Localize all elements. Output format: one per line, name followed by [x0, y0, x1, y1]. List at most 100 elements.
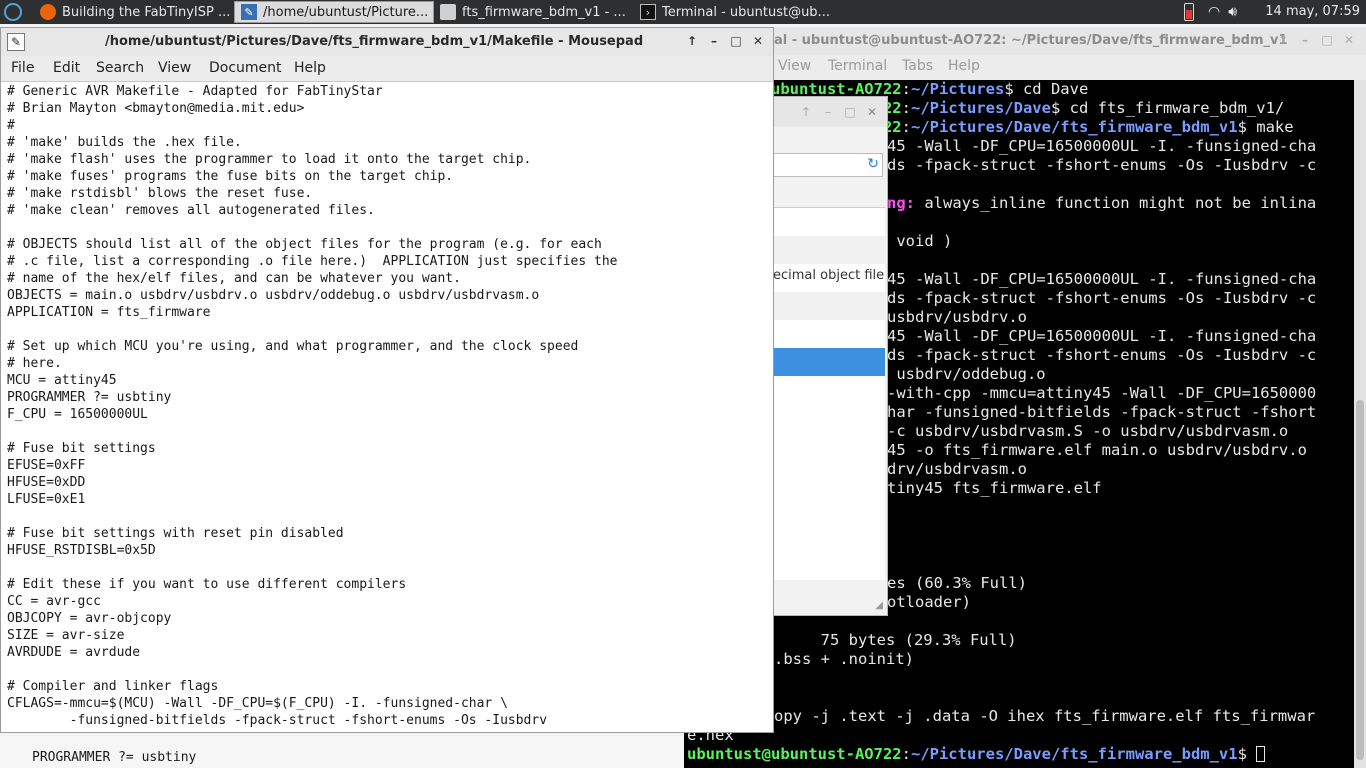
- editor-line[interactable]: OBJECTS = main.o usbdrv/usbdrv.o usbdrv/…: [7, 287, 539, 304]
- terminal-close-icon[interactable]: ✕: [1342, 33, 1356, 47]
- editor-line[interactable]: # 'make' builds the .hex file.: [7, 134, 242, 151]
- editor-line[interactable]: AVRDUDE = avrdude: [7, 644, 140, 661]
- editor-line[interactable]: # 'make rstdisbl' blows the reset fuse.: [7, 185, 312, 202]
- folder-icon: [440, 4, 456, 20]
- editor-line[interactable]: CC = avr-gcc: [7, 593, 101, 610]
- terminal-menu-terminal[interactable]: Terminal: [828, 58, 887, 74]
- list-item-selected[interactable]: [771, 348, 885, 376]
- terminal-menubar: View Terminal Tabs Help: [684, 55, 1366, 80]
- editor-line[interactable]: #: [7, 117, 15, 134]
- dialog-up-icon[interactable]: ↑: [799, 105, 813, 119]
- terminal-line: ds -fpack-struct -fshort-enums -Os -Iusb…: [887, 346, 1316, 365]
- editor-line[interactable]: # Fuse bit settings with reset pin disab…: [7, 525, 344, 542]
- menu-document[interactable]: Document: [209, 60, 282, 76]
- editor-line[interactable]: LFUSE=0xE1: [7, 491, 85, 508]
- mousepad-up-icon[interactable]: ↑: [685, 34, 699, 48]
- editor-line[interactable]: # Fuse bit settings: [7, 440, 156, 457]
- dialog-maximize-icon[interactable]: □: [843, 105, 857, 119]
- editor-line[interactable]: MCU = attiny45: [7, 372, 117, 389]
- editor-line[interactable]: # Brian Mayton <bmayton@media.mit.edu>: [7, 100, 304, 117]
- refresh-icon[interactable]: ↻: [867, 156, 879, 172]
- dialog-titlebar[interactable]: ↑ – □ ✕: [771, 97, 887, 127]
- clock[interactable]: 14 may, 07:59: [1265, 0, 1360, 24]
- battery-icon[interactable]: [1184, 3, 1194, 21]
- editor-line[interactable]: CFLAGS=-mmcu=$(MCU) -Wall -DF_CPU=$(F_CP…: [7, 695, 508, 712]
- app-menu-icon[interactable]: [4, 3, 22, 21]
- dialog-list[interactable]: ecimal object file: [771, 207, 885, 580]
- menu-view[interactable]: View: [158, 60, 191, 76]
- menu-help[interactable]: Help: [294, 60, 326, 76]
- task-browser[interactable]: Building the FabTinyISP ...: [34, 1, 232, 23]
- volume-icon[interactable]: 🔊︎: [1228, 4, 1237, 20]
- background-dialog[interactable]: ↑ – □ ✕ ↻ ecimal object file ◢: [770, 96, 888, 616]
- terminal-titlebar[interactable]: al - ubuntust@ubuntust-AO722: ~/Pictures…: [684, 27, 1366, 55]
- terminal-scrollbar[interactable]: [1354, 80, 1366, 768]
- editor-line[interactable]: # 'make clean' removes all autogenerated…: [7, 202, 375, 219]
- terminal-maximize-icon[interactable]: □: [1320, 33, 1334, 47]
- editor-line[interactable]: OBJCOPY = avr-objcopy: [7, 610, 171, 627]
- list-item[interactable]: [771, 208, 885, 236]
- terminal-minimize-icon[interactable]: –: [1298, 33, 1312, 47]
- terminal-menu-tabs[interactable]: Tabs: [902, 58, 933, 74]
- editor-line[interactable]: APPLICATION = fts_firmware: [7, 304, 211, 321]
- terminal-text: usbdrv/oddebug.o: [887, 365, 1046, 383]
- list-item[interactable]: [771, 320, 885, 348]
- task-label: fts_firmware_bdm_v1 - ...: [462, 4, 626, 20]
- terminal-line: otloader): [887, 593, 971, 612]
- editor-line[interactable]: PROGRAMMER ?= usbtiny: [7, 389, 171, 406]
- wifi-icon[interactable]: ◠: [1208, 4, 1220, 20]
- editor-line[interactable]: # here.: [7, 355, 62, 372]
- background-text: PROGRAMMER ?= usbtiny: [32, 750, 197, 765]
- editor-line[interactable]: # 'make fuses' programs the fuse bits on…: [7, 168, 453, 185]
- terminal-text: es (60.3% Full): [887, 574, 1027, 592]
- editor-line[interactable]: # .c file, list a corresponding .o file …: [7, 253, 617, 270]
- editor-line[interactable]: # OBJECTS should list all of the object …: [7, 236, 602, 253]
- terminal-text: $ cd fts_firmware_bdm_v1/: [1050, 99, 1285, 117]
- task-terminal[interactable]: › Terminal - ubuntust@ub...: [634, 1, 834, 23]
- task-label: /home/ubuntust/Picture...: [263, 4, 429, 20]
- editor-line[interactable]: # name of the hex/elf files, and can be …: [7, 270, 461, 287]
- list-item[interactable]: [771, 292, 885, 320]
- dialog-minimize-icon[interactable]: –: [821, 105, 835, 119]
- dialog-close-icon[interactable]: ✕: [865, 105, 879, 119]
- terminal-line: -c usbdrv/usbdrvasm.S -o usbdrv/usbdrvas…: [887, 422, 1288, 441]
- terminal-text: 45 -Wall -DF_CPU=16500000UL -I. -funsign…: [887, 270, 1317, 288]
- task-file-manager[interactable]: fts_firmware_bdm_v1 - ...: [434, 1, 632, 23]
- terminal-line: 45 -Wall -DF_CPU=16500000UL -I. -funsign…: [887, 270, 1316, 289]
- menu-edit[interactable]: Edit: [53, 60, 80, 76]
- terminal-up-icon[interactable]: ↑: [1276, 33, 1290, 47]
- editor-line[interactable]: # Set up which MCU you're using, and wha…: [7, 338, 578, 355]
- terminal-scroll-thumb[interactable]: [1356, 400, 1364, 760]
- terminal-line: 45 -o fts_firmware.elf main.o usbdrv/usb…: [887, 441, 1307, 460]
- mousepad-minimize-icon[interactable]: –: [707, 34, 721, 48]
- mousepad-titlebar[interactable]: ✎ /home/ubuntust/Pictures/Dave/fts_firmw…: [1, 28, 773, 56]
- editor-line[interactable]: HFUSE_RSTDISBL=0x5D: [7, 542, 156, 559]
- terminal-menu-view[interactable]: View: [778, 58, 811, 74]
- task-mousepad[interactable]: ✎ /home/ubuntust/Picture...: [234, 1, 434, 23]
- editor-line[interactable]: # Compiler and linker flags: [7, 678, 218, 695]
- list-item[interactable]: [771, 236, 885, 264]
- editor-line[interactable]: HFUSE=0xDD: [7, 474, 85, 491]
- mousepad-window[interactable]: ✎ /home/ubuntust/Pictures/Dave/fts_firmw…: [0, 27, 774, 733]
- editor-line[interactable]: -funsigned-bitfields -fpack-struct -fsho…: [7, 712, 547, 729]
- terminal-menu-help[interactable]: Help: [948, 58, 980, 74]
- resize-grip-icon[interactable]: ◢: [875, 600, 883, 611]
- mousepad-maximize-icon[interactable]: □: [729, 34, 743, 48]
- text-editor[interactable]: # Generic AVR Makefile - Adapted for Fab…: [5, 83, 771, 729]
- editor-line[interactable]: # Generic AVR Makefile - Adapted for Fab…: [7, 83, 383, 100]
- editor-line[interactable]: SIZE = avr-size: [7, 627, 124, 644]
- firefox-icon: [40, 4, 56, 20]
- dialog-location-field[interactable]: ↻: [771, 153, 883, 177]
- terminal-line: har -funsigned-bitfields -fpack-struct -…: [887, 403, 1316, 422]
- editor-line[interactable]: # 'make flash' uses the programmer to lo…: [7, 151, 531, 168]
- text-editor-icon: ✎: [241, 4, 257, 20]
- background-window-strip: PROGRAMMER ?= usbtiny: [0, 736, 684, 768]
- editor-line[interactable]: F_CPU = 16500000UL: [7, 406, 148, 423]
- mousepad-close-icon[interactable]: ✕: [751, 34, 765, 48]
- terminal-text: -c usbdrv/usbdrvasm.S -o usbdrv/usbdrvas…: [887, 422, 1289, 440]
- editor-line[interactable]: EFUSE=0xFF: [7, 457, 85, 474]
- editor-line[interactable]: # Edit these if you want to use differen…: [7, 576, 406, 593]
- menu-file[interactable]: File: [11, 60, 34, 76]
- menu-search[interactable]: Search: [96, 60, 144, 76]
- terminal-line: 45 -Wall -DF_CPU=16500000UL -I. -funsign…: [887, 327, 1316, 346]
